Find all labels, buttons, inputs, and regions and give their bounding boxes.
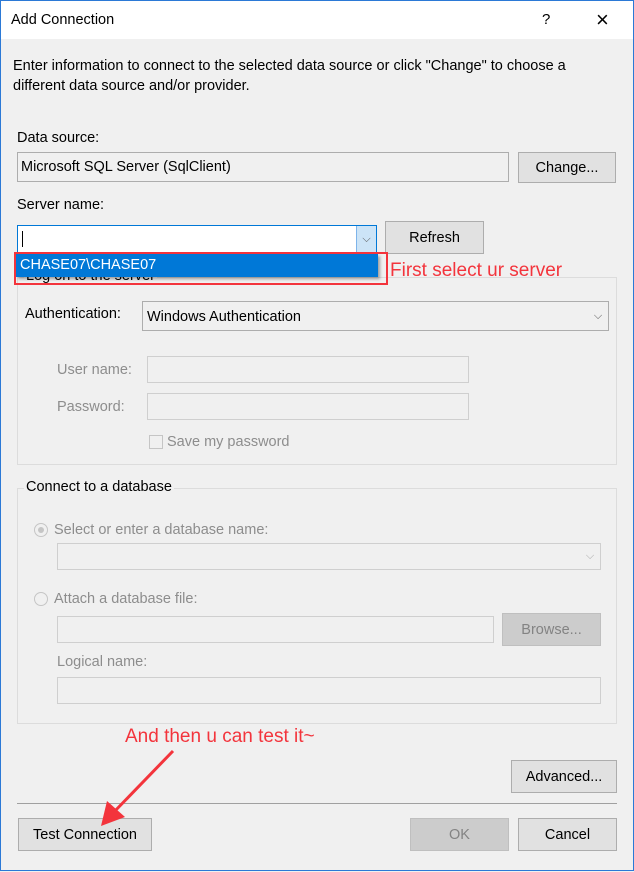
annotation-arrow-icon [101,749,175,826]
add-connection-dialog: Add Connection ? × Enter information to … [0,0,634,871]
